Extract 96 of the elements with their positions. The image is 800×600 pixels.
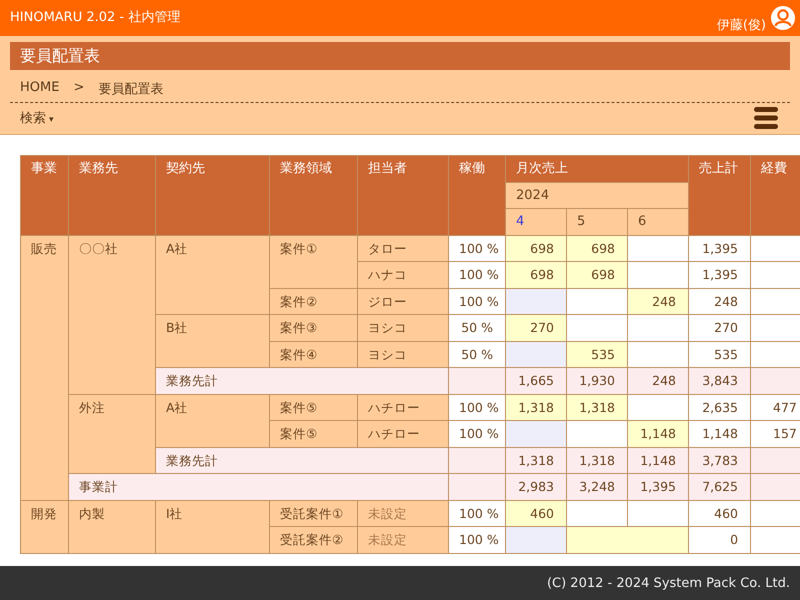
table-cell: 460 — [688, 500, 751, 526]
table-cell: 248 — [628, 288, 689, 314]
table-cell: 50 % — [448, 314, 506, 341]
app-title: HINOMARU 2.02 - 社内管理 — [10, 9, 180, 26]
table-cell: 1,318 — [506, 447, 566, 474]
table-cell: 3,843 — [688, 368, 751, 394]
table-cell: ハチロー — [358, 420, 448, 447]
table-cell: A社 — [156, 394, 270, 447]
page-title: 要員配置表 — [10, 42, 790, 70]
subtotal-label: 業務先計 — [156, 447, 448, 474]
table-cell: 270 — [506, 314, 566, 341]
table-cell: 1,148 — [628, 420, 689, 447]
table-cell: ハチロー — [358, 394, 448, 420]
table-cell: 100 % — [448, 262, 506, 288]
table-cell: 698 — [506, 262, 566, 288]
current-page-label: 要員配置表 — [98, 81, 164, 98]
user-icon[interactable] — [770, 5, 796, 31]
table-cell: 270 — [688, 314, 751, 341]
search-toggle[interactable]: 検索 ▾ — [20, 109, 54, 127]
table-cell: 1,318 — [566, 447, 628, 474]
table-cell: 477 — [750, 394, 800, 420]
table-cell: 100 % — [448, 394, 506, 420]
table-cell: 開発 — [20, 500, 68, 553]
table-cell: 7,625 — [688, 474, 751, 500]
table-cell: 3,248 — [566, 474, 628, 500]
table-cell: 100 % — [448, 500, 506, 526]
table-cell: 案件⑤ — [270, 420, 358, 447]
table-cell: ジロー — [358, 288, 448, 314]
table-cell: B社 — [156, 314, 270, 368]
table-cell: 535 — [688, 341, 751, 368]
column-header: 事業 — [20, 156, 68, 235]
breadcrumb-link[interactable]: HOME — [20, 80, 60, 98]
table-cell: 100 % — [448, 235, 506, 262]
column-header: 月次売上 — [506, 156, 689, 182]
table-cell: 1,395 — [688, 235, 751, 262]
table-cell: 案件① — [270, 235, 358, 288]
breadcrumb-separator: > — [73, 80, 84, 97]
table-cell: 100 % — [448, 526, 506, 553]
table-cell: 未設定 — [358, 526, 448, 553]
table-cell: 2,635 — [688, 394, 751, 420]
column-header: 担当者 — [358, 156, 448, 235]
table-cell: 案件⑤ — [270, 394, 358, 420]
table-cell: 未設定 — [358, 500, 448, 526]
table-cell: 157 — [750, 420, 800, 447]
table-cell: 100 % — [448, 288, 506, 314]
table-cell: 内製 — [68, 500, 156, 553]
table-cell: 2,983 — [506, 474, 566, 500]
table-cell: 1,148 — [688, 420, 751, 447]
column-header: 契約先 — [156, 156, 270, 235]
table-cell: タロー — [358, 235, 448, 262]
table-cell: 0 — [688, 526, 751, 553]
table-cell: 248 — [628, 368, 689, 394]
table-cell: 1,665 — [506, 368, 566, 394]
highlight-cell — [506, 341, 566, 368]
table-cell: 受託案件② — [270, 526, 358, 553]
table-cell: 案件③ — [270, 314, 358, 341]
table-cell: 1,930 — [566, 368, 628, 394]
table-cell: 受託案件① — [270, 500, 358, 526]
column-header: 業務領域 — [270, 156, 358, 235]
table-cell: 販売 — [20, 235, 68, 500]
table-cell: 535 — [566, 341, 628, 368]
table-cell: ヨシコ — [358, 341, 448, 368]
table-cell: 698 — [566, 235, 628, 262]
table-cell: ハナコ — [358, 262, 448, 288]
table-cell: 100 % — [448, 420, 506, 447]
table-cell: 248 — [688, 288, 751, 314]
table-cell: 1,395 — [688, 262, 751, 288]
copyright-text: (C) 2012 - 2024 System Pack Co. Ltd. — [546, 576, 790, 590]
table-cell: 1,318 — [566, 394, 628, 420]
table-cell: 1,395 — [628, 474, 689, 500]
year-header: 2024 — [506, 182, 689, 208]
column-header: 経費 — [750, 156, 800, 235]
column-header: 業務先 — [68, 156, 156, 235]
subtotal-label: 事業計 — [68, 474, 448, 500]
table-cell: I社 — [156, 500, 270, 553]
table-cell: 外注 — [68, 394, 156, 474]
column-header: 稼働 — [448, 156, 506, 235]
table-cell: ヨシコ — [358, 314, 448, 341]
table-cell: 698 — [566, 262, 628, 288]
table-cell: 1,148 — [628, 447, 689, 474]
table-cell: 3,783 — [688, 447, 751, 474]
month-header: 5 — [566, 208, 628, 235]
highlight-cell — [506, 526, 566, 553]
table-cell: 案件④ — [270, 341, 358, 368]
menu-icon[interactable] — [754, 107, 778, 129]
table-cell: 50 % — [448, 341, 506, 368]
table-cell: 案件② — [270, 288, 358, 314]
month-header: 6 — [628, 208, 689, 235]
table-cell: 1,318 — [506, 394, 566, 420]
subtotal-label: 業務先計 — [156, 368, 448, 394]
column-header: 売上計 — [688, 156, 751, 235]
table-cell: 460 — [506, 500, 566, 526]
table-cell: 698 — [506, 235, 566, 262]
month-header: 4 — [506, 208, 566, 235]
table-cell: 〇〇社 — [68, 235, 156, 394]
table-cell: A社 — [156, 235, 270, 314]
